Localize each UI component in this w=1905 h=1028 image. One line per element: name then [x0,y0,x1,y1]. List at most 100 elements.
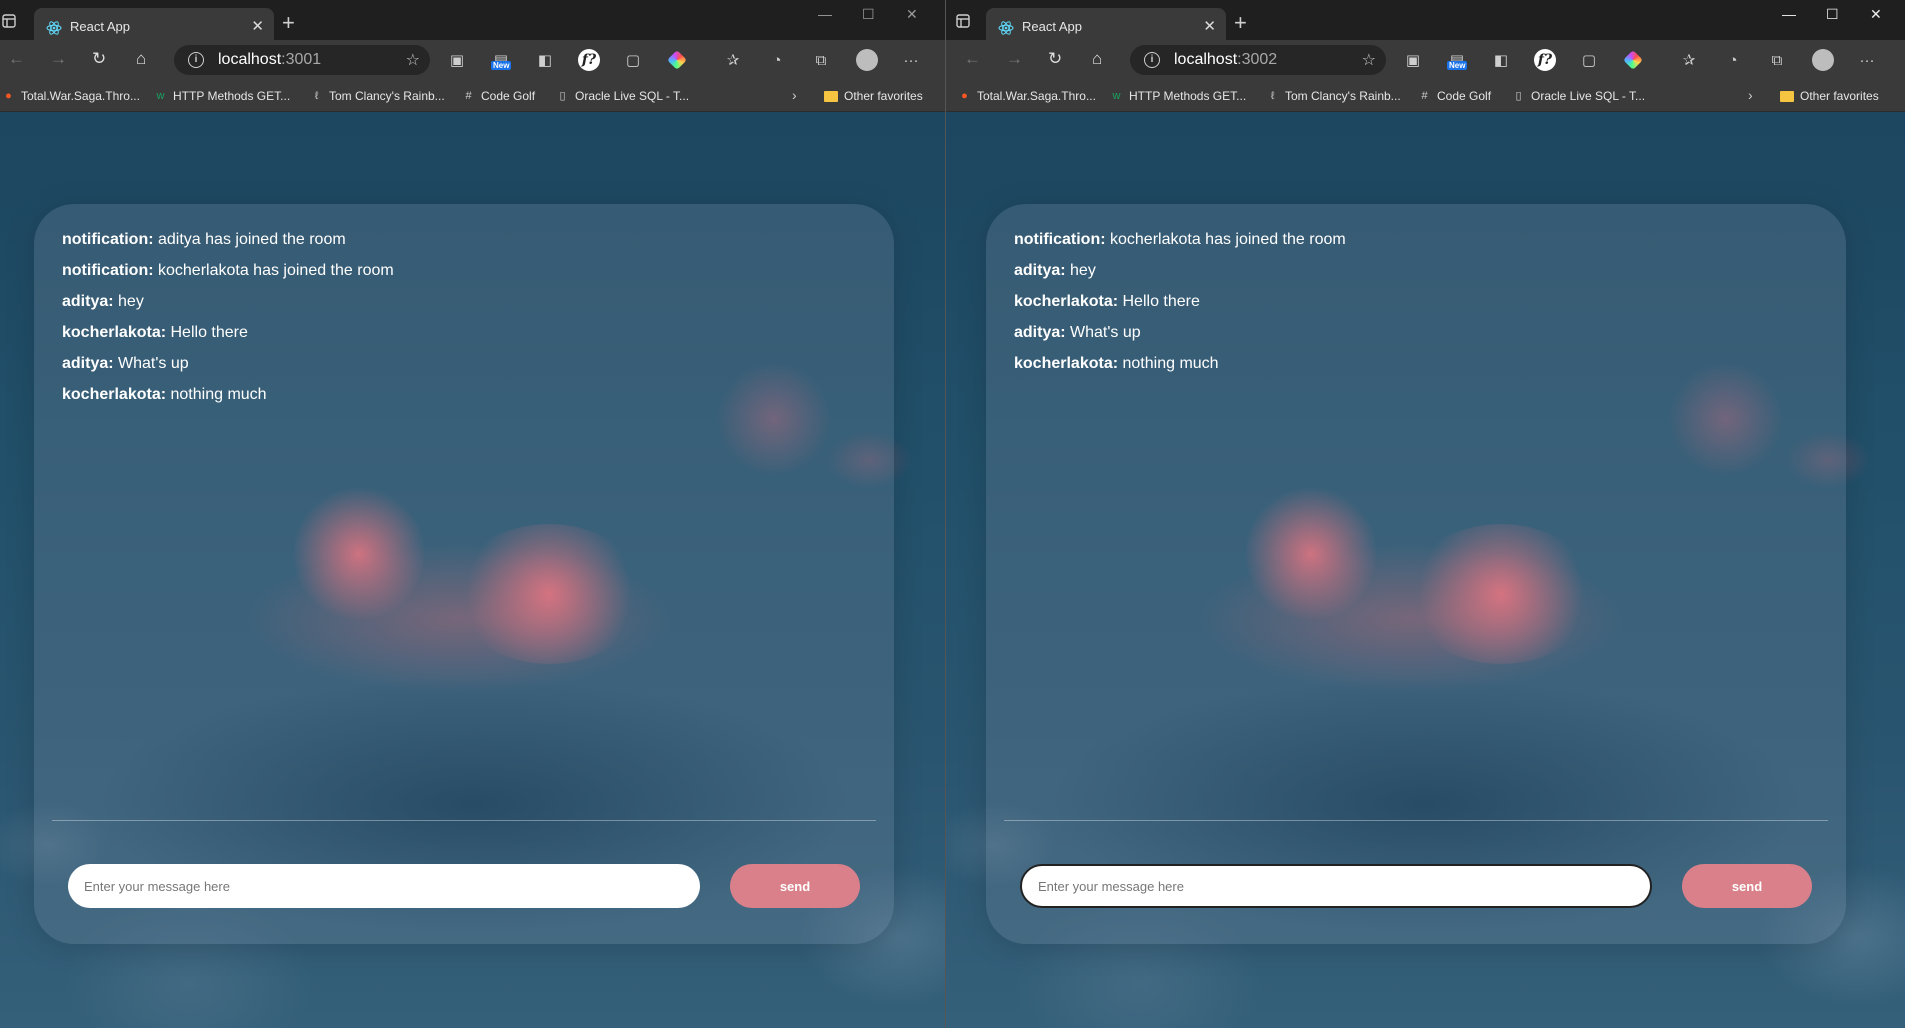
history-icon[interactable]: ◔ [1722,49,1744,71]
browser-window-right: React App ✕ + — ☐ ✕ ← → ↻ ⌂ i localhost:… [945,0,1905,1028]
minimize-icon[interactable]: — [818,6,832,22]
color-extension-icon[interactable] [1622,49,1644,71]
game-icon: ℓ [1270,89,1275,102]
address-toolbar: ← → ↻ ⌂ i localhost:3001 ☆ ▣ ▤New ◧ f? ▢… [0,40,945,80]
send-button[interactable]: send [1682,864,1812,908]
w-logo-icon: w [156,89,165,102]
message-input[interactable] [1020,864,1652,908]
reddit-icon: ● [961,89,968,102]
screen: React App ✕ + — ☐ ✕ ← → ↻ ⌂ i localhost:… [0,0,1905,1028]
react-logo-icon [998,20,1014,36]
bookmark-item[interactable]: ▯ Oracle Live SQL - T... [1512,89,1645,103]
extension-f-icon[interactable]: f? [1534,49,1556,71]
message-item: aditya: hey [1014,262,1096,279]
more-icon[interactable]: ··· [900,49,922,71]
reddit-icon: ● [5,89,12,102]
add-favorite-icon[interactable]: ☆ [1362,50,1376,70]
send-button[interactable]: send [730,864,860,908]
site-info-icon[interactable]: i [188,52,204,68]
bookmark-item[interactable]: w HTTP Methods GET... [1110,89,1247,103]
folder-icon [824,90,838,102]
more-icon[interactable]: ··· [1856,49,1878,71]
new-tab-icon[interactable]: + [1234,12,1247,34]
profile-avatar-icon[interactable] [856,49,878,71]
more-bookmarks-chevron-icon[interactable]: › [792,87,797,103]
new-tab-icon[interactable]: + [282,12,295,34]
bookmark-item[interactable]: w HTTP Methods GET... [154,89,291,103]
tab-title: React App [70,19,130,34]
w-logo-icon: w [1112,89,1121,102]
bookmark-item[interactable]: ℓ Tom Clancy's Rainb... [1266,89,1401,103]
browser-window-left: React App ✕ + — ☐ ✕ ← → ↻ ⌂ i localhost:… [0,0,945,1028]
address-text: localhost:3002 [1174,51,1278,68]
forward-icon[interactable]: → [50,50,67,67]
page-background: notification: aditya has joined the room… [0,112,945,1028]
bookmark-item[interactable]: # Code Golf [462,89,535,103]
message-item: notification: kocherlakota has joined th… [62,262,394,279]
bookmarks-bar: ● Total.War.Saga.Thro... w HTTP Methods GE… [0,80,945,112]
bookmark-item[interactable]: ℓ Tom Clancy's Rainb... [310,89,445,103]
tab-actions-icon[interactable] [2,14,20,32]
message-item: aditya: hey [62,293,144,310]
profile-avatar-icon[interactable] [1812,49,1834,71]
chat-card: notification: kocherlakota has joined th… [986,204,1846,944]
decor-glow [294,484,424,624]
back-icon[interactable]: ← [964,50,981,67]
message-item: kocherlakota: nothing much [62,386,267,403]
bookmark-item[interactable]: # Code Golf [1418,89,1491,103]
favorites-icon[interactable]: ✰ [722,49,744,71]
other-favorites-folder[interactable]: Other favorites [824,89,923,103]
collections-2-icon[interactable]: ⧉ [1766,49,1788,71]
collections-2-icon[interactable]: ⧉ [810,49,832,71]
close-tab-icon[interactable]: ✕ [1203,17,1216,35]
back-icon[interactable]: ← [8,50,25,67]
message-item: kocherlakota: Hello there [62,324,248,341]
home-icon[interactable]: ⌂ [136,50,146,67]
extension-icon[interactable]: ◧ [534,49,556,71]
message-item: aditya: What's up [1014,324,1141,341]
collections-icon[interactable]: ▣ [446,49,468,71]
extension-new-icon[interactable]: ▤New [1446,49,1468,71]
collections-icon[interactable]: ▣ [1402,49,1424,71]
decor-glow [454,524,644,664]
close-window-icon[interactable]: ✕ [906,6,918,23]
other-favorites-folder[interactable]: Other favorites [1780,89,1879,103]
address-bar[interactable]: i localhost:3001 ☆ [174,45,430,75]
refresh-icon[interactable]: ↻ [92,50,106,67]
bookmark-item[interactable]: ● Total.War.Saga.Thro... [2,89,140,103]
close-tab-icon[interactable]: ✕ [251,17,264,35]
address-bar[interactable]: i localhost:3002 ☆ [1130,45,1386,75]
extension-icon[interactable]: ◧ [1490,49,1512,71]
bookmark-item[interactable]: ▯ Oracle Live SQL - T... [556,89,689,103]
close-window-icon[interactable]: ✕ [1870,6,1882,23]
tab-title: React App [1022,19,1082,34]
bookmark-item[interactable]: ● Total.War.Saga.Thro... [958,89,1096,103]
message-list: notification: kocherlakota has joined th… [1014,230,1818,385]
page-icon: ▯ [559,89,566,102]
tab-actions-icon[interactable] [956,14,974,32]
history-icon[interactable]: ◔ [766,49,788,71]
message-list: notification: aditya has joined the room… [62,230,866,416]
more-bookmarks-chevron-icon[interactable]: › [1748,87,1753,103]
address-toolbar: ← → ↻ ⌂ i localhost:3002 ☆ ▣ ▤New ◧ f? ▢… [946,40,1905,80]
decor-glow [1406,524,1596,664]
maximize-icon[interactable]: ☐ [1826,6,1839,23]
hash-icon: # [1421,89,1428,102]
message-item: kocherlakota: nothing much [1014,355,1219,372]
message-input[interactable] [68,864,700,908]
add-favorite-icon[interactable]: ☆ [406,50,420,70]
extension-screen-icon[interactable]: ▢ [622,49,644,71]
favorites-icon[interactable]: ✰ [1678,49,1700,71]
refresh-icon[interactable]: ↻ [1048,50,1062,67]
folder-icon [1780,90,1794,102]
color-extension-icon[interactable] [666,49,688,71]
extension-f-icon[interactable]: f? [578,49,600,71]
home-icon[interactable]: ⌂ [1092,50,1102,67]
forward-icon[interactable]: → [1006,50,1023,67]
game-icon: ℓ [314,89,319,102]
site-info-icon[interactable]: i [1144,52,1160,68]
extension-screen-icon[interactable]: ▢ [1578,49,1600,71]
extension-new-icon[interactable]: ▤New [490,49,512,71]
maximize-icon[interactable]: ☐ [862,6,875,23]
minimize-icon[interactable]: — [1782,6,1796,22]
